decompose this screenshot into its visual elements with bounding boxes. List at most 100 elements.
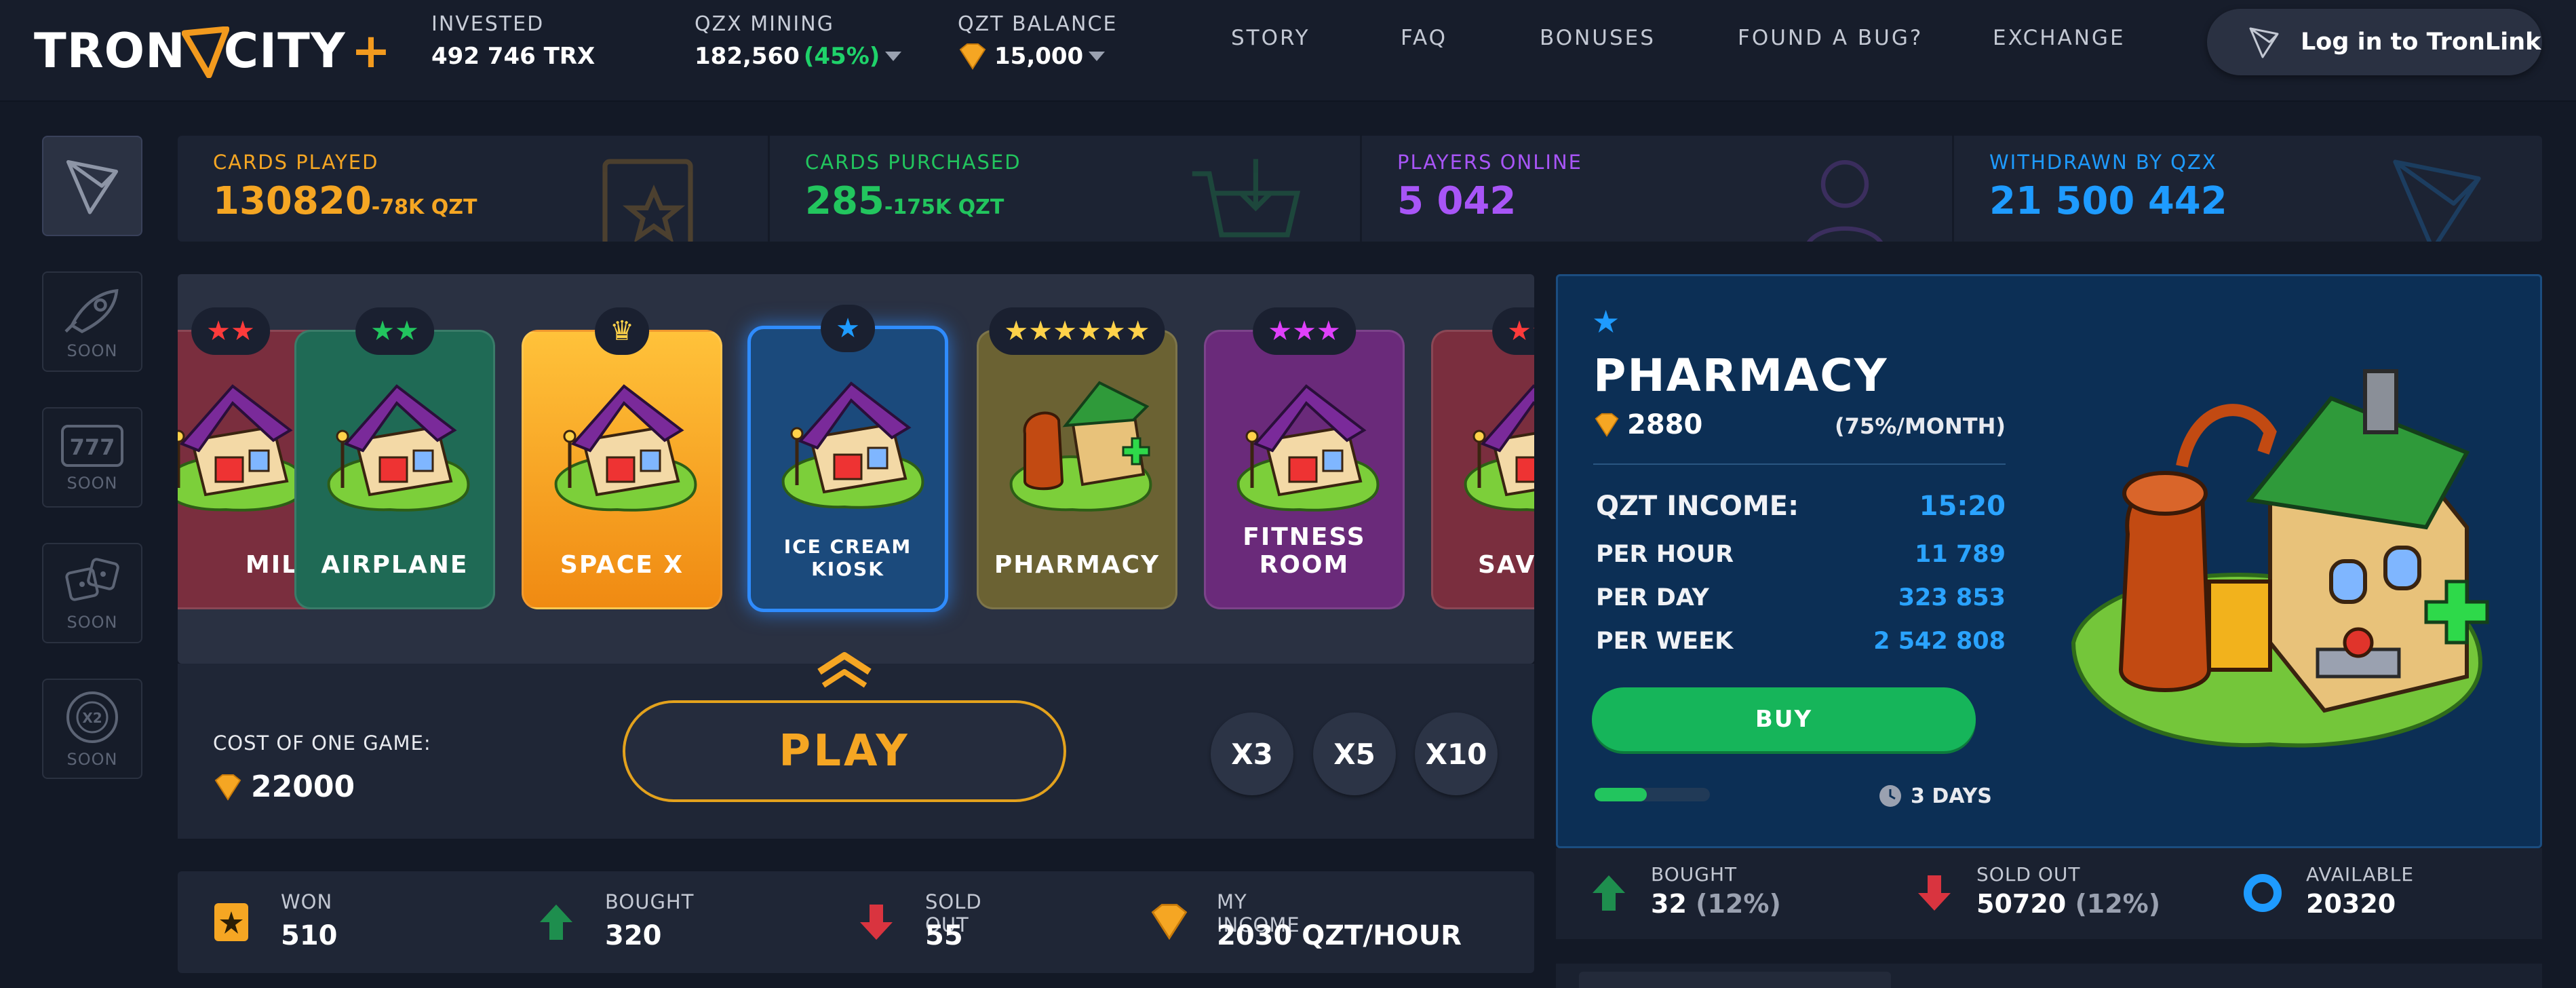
stat-label: SOLD OUT	[1976, 863, 2081, 886]
nav-faq[interactable]: FAQ	[1401, 26, 1447, 50]
building-image	[554, 384, 697, 512]
sidebar-item-slots[interactable]: 777 SOON	[42, 407, 142, 508]
soon-label: SOON	[66, 341, 118, 360]
tab-stub	[1579, 972, 1891, 988]
stat-label: BOUGHT	[605, 890, 695, 913]
card-fitness-room[interactable]: ★★★ FITNESS ROOM	[1204, 307, 1405, 609]
mining-label: QZX MINING	[695, 12, 834, 36]
arrow-down-icon	[1918, 875, 1951, 911]
card-stats-bar: BOUGHT 32 (12%) SOLD OUT 50720 (12%) AVA…	[1556, 848, 2542, 939]
play-button[interactable]: PLAY	[623, 700, 1066, 802]
tronlink-icon	[2249, 27, 2279, 58]
sidebar-item-tron[interactable]	[42, 136, 142, 236]
nav-story[interactable]: STORY	[1231, 26, 1310, 50]
slot-777-icon: 777	[61, 425, 123, 467]
svg-text:777: 777	[70, 434, 115, 460]
ring-icon	[2244, 874, 2282, 912]
sidebar-item-dice[interactable]: SOON	[42, 543, 142, 643]
balance-stat[interactable]: QZT BALANCE 15,000	[958, 12, 1117, 70]
stat-label: CARDS PLAYED	[213, 151, 379, 174]
nav-bonuses[interactable]: BONUSES	[1540, 26, 1656, 50]
income-row-label: PER WEEK	[1596, 628, 1734, 655]
logo-part1: TRON	[34, 23, 186, 79]
nav-found-a-bug[interactable]: FOUND A BUG?	[1738, 26, 1923, 50]
balance-value: 15,000	[994, 43, 1084, 70]
soon-label: SOON	[66, 474, 118, 493]
logo-part2: CITY	[223, 23, 346, 79]
chevron-down-icon[interactable]	[1089, 52, 1106, 61]
arrow-down-icon	[860, 905, 893, 940]
multiplier-x5-button[interactable]: X5	[1313, 712, 1396, 795]
cards-carousel[interactable]: ★★ MILL ★★ AIRPLANE ♛ SPACE X ★ ICE CREAM KIOSK…	[178, 274, 1534, 664]
building-image	[1464, 384, 1534, 512]
divider	[1593, 463, 2006, 465]
invested-value: 492 746 TRX	[431, 43, 596, 70]
stats-strip: CARDS PLAYED 130820-78K QZT CARDS PURCHA…	[178, 136, 2542, 242]
income-row: PER WEEK 2 542 808	[1596, 628, 2006, 655]
chevron-up-icon[interactable]	[814, 651, 875, 689]
card-rating: ★★★★★★	[989, 307, 1165, 355]
card-space-x[interactable]: ♛ SPACE X	[522, 307, 722, 609]
invested-stat: INVESTED 492 746 TRX	[431, 12, 595, 70]
cost-value: 22000	[251, 770, 355, 804]
logo[interactable]: TRON CITY +	[34, 14, 391, 88]
qzt-gem-icon	[214, 774, 241, 801]
invested-label: INVESTED	[431, 12, 545, 36]
income-row-value: 2 542 808	[1873, 628, 2006, 655]
sidebar-item-rocket[interactable]: SOON	[42, 271, 142, 372]
tron-icon	[66, 159, 119, 214]
stat-pct: (12%)	[2075, 889, 2161, 919]
card-name: ICE CREAM KIOSK	[783, 535, 912, 580]
clock-icon	[1879, 785, 1901, 807]
income-label: QZT INCOME:	[1596, 491, 1799, 522]
stat-cards-purchased: CARDS PURCHASED 285-175K QZT	[770, 136, 1361, 242]
stat-withdrawn: WITHDRAWN BY QZX 21 500 442	[1954, 136, 2542, 242]
chevron-down-icon[interactable]	[885, 52, 902, 61]
star-icon: ★	[1592, 303, 1620, 340]
arrow-up-icon	[1593, 875, 1625, 911]
arrow-up-icon	[540, 905, 572, 940]
qzt-gem-icon	[1595, 413, 1619, 437]
cost-label: COST OF ONE GAME:	[213, 732, 431, 755]
user-icon	[1807, 160, 1883, 242]
multiplier-x10-button[interactable]: X10	[1415, 712, 1498, 795]
building-image	[1009, 381, 1152, 512]
card-name: SPACE X	[560, 551, 684, 579]
progress-fill	[1595, 788, 1647, 801]
card-ice-cream-kiosk[interactable]: ★ ICE CREAM KIOSK	[747, 305, 948, 612]
mining-pct: (45%)	[803, 43, 880, 70]
stat-sub: -78K QZT	[371, 195, 477, 219]
income-row-value: 323 853	[1898, 584, 2006, 611]
detail-title: PHARMACY	[1593, 349, 1888, 402]
cart-icon	[1192, 159, 1301, 238]
stat-label: WON	[281, 890, 333, 913]
days-label: 3 DAYS	[1911, 784, 1992, 808]
sidebar-item-roulette[interactable]: X2 SOON	[42, 679, 142, 779]
card-name: SAV	[1478, 551, 1534, 579]
stat-value: 20320	[2306, 889, 2396, 919]
stat-label: PLAYERS ONLINE	[1397, 151, 1582, 174]
nav-exchange[interactable]: EXCHANGE	[1993, 26, 2126, 50]
card-sav[interactable]: ★★ SAV	[1431, 307, 1534, 609]
card-name: PHARMACY	[994, 551, 1160, 579]
multiplier-x3-button[interactable]: X3	[1211, 712, 1293, 795]
star-badge-icon	[214, 903, 248, 941]
qzt-gem-icon	[959, 43, 986, 70]
buy-button[interactable]: BUY	[1592, 687, 1976, 751]
income-row: PER HOUR 11 789	[1596, 541, 2006, 568]
login-tronlink-button[interactable]: Log in to TronLink	[2207, 9, 2542, 75]
card-rating: ★★	[1492, 307, 1534, 355]
card-rating: ★★	[191, 307, 270, 355]
progress-bar	[1595, 788, 1710, 801]
card-airplane[interactable]: ★★ AIRPLANE	[294, 307, 495, 609]
card-name: FITNESS ROOM	[1243, 523, 1366, 579]
stat-value: 55	[925, 920, 963, 951]
card-pharmacy[interactable]: ★★★★★★ PHARMACY	[977, 307, 1177, 609]
card-rating: ★★	[355, 307, 434, 355]
income-row: PER DAY 323 853	[1596, 584, 2006, 611]
mining-stat[interactable]: QZX MINING 182,560 (45%)	[695, 12, 902, 70]
top-header: TRON CITY + INVESTED 492 746 TRX QZX MIN…	[0, 0, 2576, 102]
soon-label: SOON	[66, 750, 118, 769]
card-rating: ♛	[595, 307, 649, 355]
roulette-x2-icon: X2	[66, 691, 118, 743]
